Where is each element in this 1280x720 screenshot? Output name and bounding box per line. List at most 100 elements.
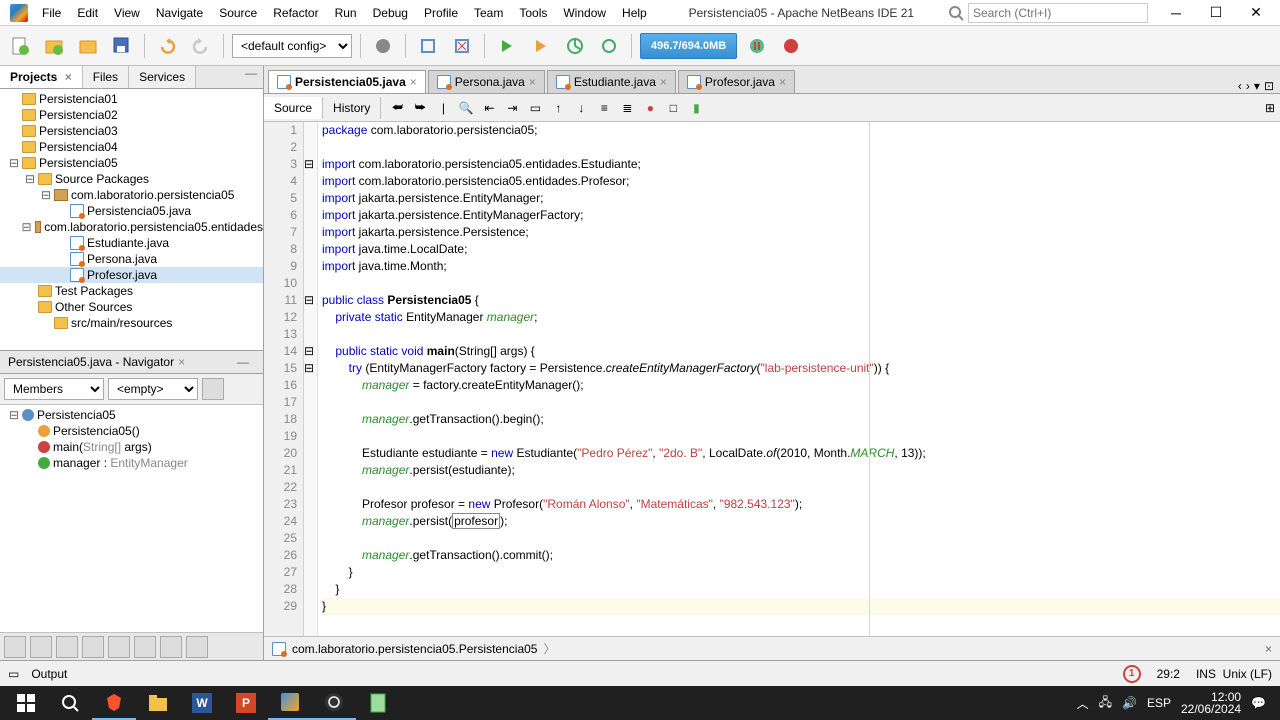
ed-comment-icon[interactable]: ≡ (594, 98, 614, 118)
tree-item[interactable]: ⊟com.laboratorio.persistencia05 (0, 187, 263, 203)
taskbar-app-word[interactable]: W (180, 686, 224, 720)
menu-file[interactable]: File (34, 2, 69, 24)
code-editor[interactable]: 1234567891011121314151617181920212223242… (264, 122, 1280, 636)
search-taskbar-icon[interactable] (48, 686, 92, 720)
menu-run[interactable]: Run (327, 2, 365, 24)
stop-icon[interactable] (777, 32, 805, 60)
ed-fwd-icon[interactable]: ⮩ (410, 98, 430, 118)
tree-item[interactable]: Test Packages (0, 283, 263, 299)
build-icon[interactable] (369, 32, 397, 60)
tree-item[interactable]: ⊟Source Packages (0, 171, 263, 187)
undo-icon[interactable] (153, 32, 181, 60)
tray-clock[interactable]: 12:00 22/06/2024 (1181, 691, 1241, 715)
ed-macro-icon[interactable]: ▮ (686, 98, 706, 118)
tray-language[interactable]: ESP (1147, 696, 1171, 710)
taskbar-app-explorer[interactable] (136, 686, 180, 720)
ed-split-icon[interactable]: ⊞ (1260, 98, 1280, 118)
new-project-icon[interactable] (40, 32, 68, 60)
ed-sel-icon[interactable]: ▭ (525, 98, 545, 118)
notification-icon[interactable]: 1 (1123, 665, 1141, 683)
ed-next-icon[interactable]: ⇥ (502, 98, 522, 118)
nav-item[interactable]: main(String[] args) (0, 439, 263, 455)
ed-up-icon[interactable]: ↑ (548, 98, 568, 118)
search-input[interactable] (968, 3, 1148, 23)
tree-item[interactable]: Persona.java (0, 251, 263, 267)
ed-uncomment-icon[interactable]: ≣ (617, 98, 637, 118)
tree-item[interactable]: Persistencia02 (0, 107, 263, 123)
tree-item[interactable]: Profesor.java (0, 267, 263, 283)
subtab-history[interactable]: History (323, 97, 381, 119)
editor-tab[interactable]: Persistencia05.java× (268, 70, 426, 93)
ed-prev-icon[interactable]: ⇤ (479, 98, 499, 118)
config-select[interactable]: <default config> (232, 34, 352, 58)
ed-rec-icon[interactable]: ● (640, 98, 660, 118)
taskbar-app-obs[interactable] (312, 686, 356, 720)
tree-item[interactable]: Persistencia03 (0, 123, 263, 139)
tree-item[interactable]: Persistencia05.java (0, 203, 263, 219)
tab-close-icon[interactable]: × (529, 75, 536, 89)
taskbar-app-brave[interactable] (92, 686, 136, 720)
nav-btn-8[interactable] (186, 636, 208, 658)
projects-tree[interactable]: Persistencia01Persistencia02Persistencia… (0, 89, 263, 350)
tree-item[interactable]: Other Sources (0, 299, 263, 315)
close-button[interactable]: ✕ (1236, 0, 1276, 26)
memory-indicator[interactable]: 496.7/694.0MB (640, 33, 737, 59)
ed-stop-icon[interactable]: □ (663, 98, 683, 118)
members-select[interactable]: Members (4, 378, 104, 400)
tab-scroll-left-icon[interactable]: ‹ (1238, 79, 1242, 93)
tab-close-icon[interactable]: × (779, 75, 786, 89)
panel-tab-projects[interactable]: Projects × (0, 66, 83, 88)
nav-item[interactable]: manager : EntityManager (0, 455, 263, 471)
nav-filter-icon[interactable] (202, 378, 224, 400)
new-file-icon[interactable] (6, 32, 34, 60)
tree-item[interactable]: ⊟Persistencia05 (0, 155, 263, 171)
debug-icon[interactable] (527, 32, 555, 60)
navigator-tree[interactable]: ⊟Persistencia05Persistencia05()main(Stri… (0, 405, 263, 632)
tree-item[interactable]: Persistencia01 (0, 91, 263, 107)
tray-chevron-icon[interactable]: ︿ (1077, 695, 1089, 712)
empty-select[interactable]: <empty> (108, 378, 198, 400)
breadcrumb[interactable]: com.laboratorio.persistencia05.Persisten… (264, 636, 1280, 660)
nav-btn-6[interactable] (134, 636, 156, 658)
editor-tab[interactable]: Profesor.java× (678, 70, 795, 93)
tab-max-icon[interactable]: ⊡ (1264, 79, 1274, 93)
tree-item[interactable]: ⊟com.laboratorio.persistencia05.entidade… (0, 219, 263, 235)
taskbar-app-powerpoint[interactable]: P (224, 686, 268, 720)
editor-tab[interactable]: Estudiante.java× (547, 70, 676, 93)
open-project-icon[interactable] (74, 32, 102, 60)
editor-tab[interactable]: Persona.java× (428, 70, 545, 93)
profile-icon[interactable] (561, 32, 589, 60)
menu-source[interactable]: Source (211, 2, 265, 24)
pause-icon[interactable] (743, 32, 771, 60)
tray-volume-icon[interactable]: 🔊 (1122, 696, 1137, 710)
clean-build-icon[interactable] (414, 32, 442, 60)
tray-notifications-icon[interactable]: 💬 (1251, 696, 1266, 710)
menu-debug[interactable]: Debug (365, 2, 416, 24)
menu-team[interactable]: Team (466, 2, 511, 24)
tab-close-icon[interactable]: × (660, 75, 667, 89)
ed-down-icon[interactable]: ↓ (571, 98, 591, 118)
navigator-close-icon[interactable]: × (178, 355, 185, 369)
tab-list-icon[interactable]: ▾ (1254, 79, 1260, 93)
nav-item[interactable]: ⊟Persistencia05 (0, 407, 263, 423)
breadcrumb-close-icon[interactable]: × (1265, 642, 1272, 656)
panel-tab-files[interactable]: Files (83, 66, 129, 88)
nav-btn-7[interactable] (160, 636, 182, 658)
menu-help[interactable]: Help (614, 2, 655, 24)
menu-view[interactable]: View (106, 2, 148, 24)
nav-btn-3[interactable] (56, 636, 78, 658)
tab-scroll-right-icon[interactable]: › (1246, 79, 1250, 93)
build-project-icon[interactable] (448, 32, 476, 60)
nav-item[interactable]: Persistencia05() (0, 423, 263, 439)
nav-btn-1[interactable] (4, 636, 26, 658)
ed-find-icon[interactable]: 🔍 (456, 98, 476, 118)
save-all-icon[interactable] (108, 32, 136, 60)
menu-refactor[interactable]: Refactor (265, 2, 326, 24)
panel-minimize-icon[interactable]: — (239, 66, 263, 88)
start-button[interactable] (4, 686, 48, 720)
menu-navigate[interactable]: Navigate (148, 2, 211, 24)
tree-item[interactable]: Estudiante.java (0, 235, 263, 251)
nav-btn-4[interactable] (82, 636, 104, 658)
nav-btn-5[interactable] (108, 636, 130, 658)
menu-edit[interactable]: Edit (69, 2, 106, 24)
